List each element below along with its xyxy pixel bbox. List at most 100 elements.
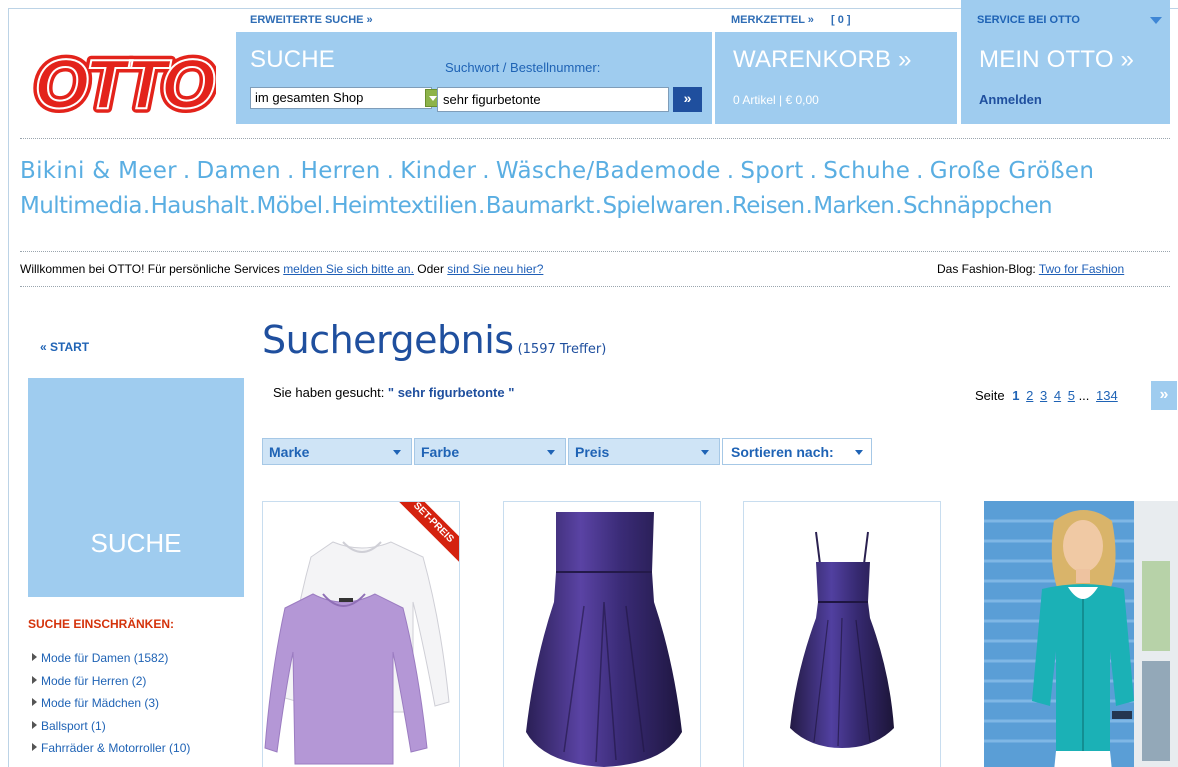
nav-item-schnaeppchen[interactable]: Schnäppchen <box>903 193 1053 219</box>
account-title[interactable]: MEIN OTTO » <box>979 46 1134 74</box>
category-nav-row-1: Bikini & Meer. Damen. Herren. Kinder. Wäsche… <box>20 158 1095 184</box>
pager-last[interactable]: 134 <box>1096 388 1118 403</box>
list-item-label: Ballsport (1) <box>41 718 106 733</box>
pager-link[interactable]: 5 <box>1068 388 1075 403</box>
sidebar-search-box[interactable]: SUCHE <box>28 378 244 597</box>
merkzettel-link[interactable]: MERKZETTEL » [ 0 ] <box>719 0 961 32</box>
search-submit-button[interactable]: » <box>673 87 702 112</box>
cart-summary: 0 Artikel | € 0,00 <box>733 93 819 107</box>
nav-item-schuhe[interactable]: Schuhe <box>823 158 910 184</box>
searched-prefix: Sie haben gesucht: <box>273 385 388 400</box>
nav-item-herren[interactable]: Herren <box>301 158 381 184</box>
brand-filter-label: Marke <box>269 444 310 460</box>
nav-item-grosse-groessen[interactable]: Große Größen <box>930 158 1094 184</box>
product-card[interactable] <box>503 501 701 767</box>
nav-item-haushalt[interactable]: Haushalt <box>151 193 249 219</box>
chevron-down-icon <box>393 450 401 455</box>
pager-label: Seite <box>975 388 1005 403</box>
product-card[interactable]: SET-PREIS <box>262 501 460 767</box>
color-filter-label: Farbe <box>421 444 460 460</box>
product-image-strapless-dress[interactable] <box>504 502 701 767</box>
search-scope-select[interactable]: im gesamten Shop <box>250 87 441 109</box>
otto-logo[interactable]: OTTO OTTO <box>30 52 216 116</box>
welcome-message: Willkommen bei OTTO! Für persönliche Ser… <box>20 262 543 276</box>
account-panel: MEIN OTTO » Anmelden <box>961 32 1170 124</box>
brand-filter-dropdown[interactable]: Marke <box>262 438 412 465</box>
divider <box>20 251 1170 252</box>
nav-item-moebel[interactable]: Möbel <box>257 193 324 219</box>
searched-for: Sie haben gesucht: " sehr figurbetonte " <box>273 385 514 400</box>
advanced-search-link[interactable]: ERWEITERTE SUCHE » <box>236 0 712 32</box>
pager-link[interactable]: 4 <box>1054 388 1061 403</box>
nav-item-sport[interactable]: Sport <box>740 158 803 184</box>
pager-next-button[interactable]: » <box>1151 381 1177 410</box>
nav-item-kinder[interactable]: Kinder <box>400 158 476 184</box>
product-image-strappy-dress[interactable] <box>744 502 941 767</box>
nav-item-damen[interactable]: Damen <box>197 158 281 184</box>
color-filter-dropdown[interactable]: Farbe <box>414 438 566 465</box>
product-card[interactable] <box>743 501 941 767</box>
blog-link[interactable]: Two for Fashion <box>1039 262 1124 276</box>
chevron-down-icon <box>701 450 709 455</box>
bullet-arrow-icon <box>32 698 37 706</box>
product-card[interactable] <box>984 501 1178 767</box>
nav-item-reisen[interactable]: Reisen <box>732 193 805 219</box>
welcome-text: Willkommen bei OTTO! Für persönliche Ser… <box>20 262 284 276</box>
nav-item-waesche[interactable]: Wäsche/Bademode <box>496 158 721 184</box>
nav-item-bikini[interactable]: Bikini & Meer <box>20 158 177 184</box>
login-link[interactable]: Anmelden <box>979 92 1042 107</box>
list-item-label: Mode für Mädchen (3) <box>41 696 160 710</box>
list-item-label: Mode für Herren (2) <box>41 673 147 688</box>
start-link[interactable]: « START <box>40 340 89 354</box>
nav-item-baumarkt[interactable]: Baumarkt <box>486 193 595 219</box>
service-label: SERVICE BEI OTTO <box>977 14 1080 26</box>
pager-current: 1 <box>1012 388 1020 403</box>
bullet-arrow-icon <box>32 653 37 661</box>
fashion-blog: Das Fashion-Blog: Two for Fashion <box>937 262 1124 276</box>
list-item-label: Fahrräder & Motorroller (10) <box>41 741 191 755</box>
divider <box>20 138 1170 139</box>
merkzettel-count: [ 0 ] <box>830 14 851 26</box>
nav-item-marken[interactable]: Marken <box>813 193 895 219</box>
nav-item-multimedia[interactable]: Multimedia <box>20 193 142 219</box>
dropdown-arrow-icon <box>1150 17 1162 24</box>
search-input[interactable]: sehr figurbetonte <box>437 87 669 112</box>
price-filter-dropdown[interactable]: Preis <box>568 438 720 465</box>
pagination: Seite 1 2 3 4 5 ... 134 <box>975 388 1118 403</box>
search-scope-value: im gesamten Shop <box>255 90 364 105</box>
sort-dropdown[interactable]: Sortieren nach: <box>722 438 872 465</box>
cart-panel[interactable]: WARENKORB » 0 Artikel | € 0,00 <box>715 32 957 124</box>
list-item[interactable]: Mode für Damen (1582) <box>28 649 190 672</box>
bullet-arrow-icon <box>32 720 37 729</box>
list-item[interactable]: Mode für Herren (2) <box>28 672 190 695</box>
welcome-text-or: Oder <box>413 262 448 276</box>
list-item[interactable]: Fahrräder & Motorroller (10) <box>28 739 190 762</box>
nav-item-heimtextilien[interactable]: Heimtextilien <box>331 193 477 219</box>
blog-label: Das Fashion-Blog: <box>937 262 1039 276</box>
register-link[interactable]: sind Sie neu hier? <box>447 262 543 276</box>
searched-term: " sehr figurbetonte " <box>387 385 515 400</box>
refine-list: Mode für Damen (1582) Mode für Herren (2… <box>28 649 190 762</box>
cart-title[interactable]: WARENKORB » <box>733 46 912 74</box>
results-title: Suchergebnis <box>262 318 514 362</box>
search-title: SUCHE <box>250 46 336 73</box>
search-panel: SUCHE Suchwort / Bestellnummer: im gesam… <box>236 32 712 124</box>
login-prompt-link[interactable]: melden Sie sich bitte an. <box>283 262 414 276</box>
product-image-model-cardigan[interactable] <box>984 501 1178 767</box>
price-filter-label: Preis <box>575 444 610 460</box>
divider <box>20 286 1170 287</box>
list-item-label: Mode für Damen (1582) <box>41 651 169 665</box>
pager-link[interactable]: 2 <box>1026 388 1033 403</box>
page-title: Suchergebnis (1597 Treffer) <box>262 318 606 362</box>
product-image-shirts[interactable] <box>263 502 460 767</box>
service-menu[interactable]: SERVICE BEI OTTO <box>961 0 1170 32</box>
category-nav-row-2: Multimedia.Haushalt.Möbel.Heimtextilien.… <box>20 193 1053 219</box>
list-item[interactable]: Mode für Mädchen (3) <box>28 694 190 717</box>
svg-text:OTTO: OTTO <box>34 52 215 116</box>
search-label: Suchwort / Bestellnummer: <box>445 60 601 75</box>
sort-label: Sortieren nach: <box>731 444 834 460</box>
pager-ellipsis: ... <box>1078 388 1090 403</box>
nav-item-spielwaren[interactable]: Spielwaren <box>602 193 723 219</box>
list-item[interactable]: Ballsport (1) <box>28 717 190 740</box>
pager-link[interactable]: 3 <box>1040 388 1047 403</box>
